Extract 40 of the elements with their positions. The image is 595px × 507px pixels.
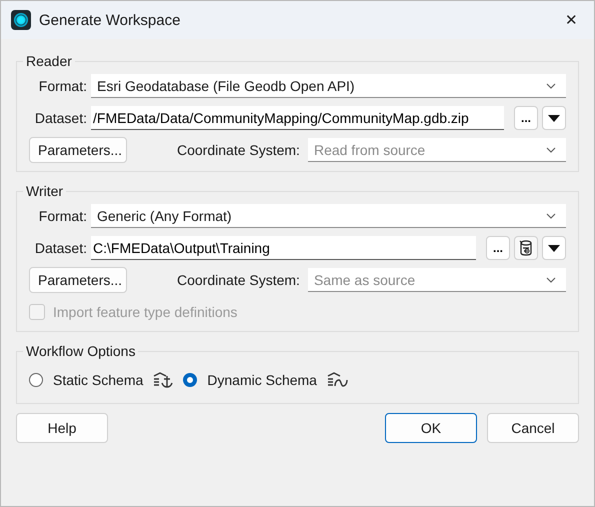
dataset-field[interactable]: /FMEData/Data/CommunityMapping/CommunityMap.gdb.zip (91, 106, 504, 130)
radio-button[interactable] (29, 373, 43, 387)
chevron-down-icon (546, 212, 556, 218)
app-logo-icon (11, 10, 31, 30)
chevron-down-icon (546, 82, 556, 88)
browse-button[interactable]: ... (486, 236, 510, 260)
anchor-stack-icon (153, 371, 176, 389)
group-title: Reader (25, 53, 73, 69)
field-label: Format: (38, 208, 87, 224)
format-dropdown[interactable]: Generic (Any Format) (91, 204, 566, 228)
triangle-down-icon (548, 114, 560, 122)
window-title: Generate Workspace (39, 12, 182, 28)
radio-label[interactable]: Static Schema (53, 372, 144, 388)
triangle-down-icon (548, 244, 560, 252)
dropdown-button[interactable] (542, 106, 566, 130)
chevron-down-icon (546, 276, 556, 282)
dropdown-button[interactable] (542, 236, 566, 260)
close-button[interactable]: ✕ (559, 11, 584, 29)
group-title: Workflow Options (25, 343, 136, 359)
dialog-button[interactable]: OK (385, 413, 477, 443)
dataset-field[interactable]: C:\FMEData\Output\Training (91, 236, 476, 260)
format-dropdown[interactable]: Esri Geodatabase (File Geodb Open API) (91, 74, 566, 98)
field-label: Dataset: (34, 110, 87, 126)
dialog-button[interactable]: Help (16, 413, 108, 443)
wave-stack-icon (326, 371, 349, 389)
parameters-button[interactable]: Parameters... (29, 267, 127, 293)
database-button[interactable] (514, 236, 538, 260)
group-title: Writer (25, 183, 64, 199)
field-label: Dataset: (34, 240, 87, 256)
checkbox-label: Import feature type definitions (53, 304, 238, 320)
field-label: Coordinate System: (177, 272, 300, 288)
parameters-button[interactable]: Parameters... (29, 137, 127, 163)
dialog-button[interactable]: Cancel (487, 413, 579, 443)
database-icon (519, 239, 533, 257)
radio-label[interactable]: Dynamic Schema (207, 372, 317, 388)
field-label: Coordinate System: (177, 142, 300, 158)
radio-button[interactable] (183, 373, 198, 387)
field-label: Format: (38, 78, 87, 94)
browse-button[interactable]: ... (514, 106, 538, 130)
chevron-down-icon (546, 146, 556, 152)
